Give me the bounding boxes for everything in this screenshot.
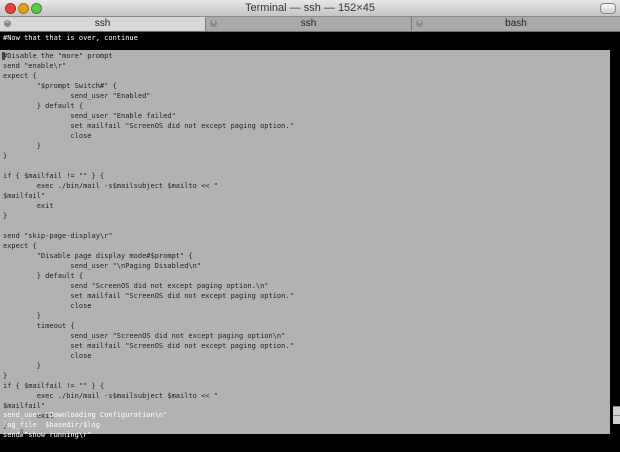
selected-terminal-line: } — [3, 152, 8, 160]
terminal-line: send "show running\r" — [3, 431, 92, 439]
tab-ssh-2[interactable]: × ssh — [206, 17, 412, 31]
selected-terminal-line: #Disable the "more" prompt — [3, 52, 113, 60]
selected-terminal-line: } — [3, 142, 41, 150]
selected-terminal-line: send "ScreenOS did not except paging opt… — [3, 282, 269, 290]
selected-terminal-line: close — [3, 132, 92, 140]
tab-bash[interactable]: × bash — [412, 17, 620, 31]
terminal-line: log_file $basedir/$log — [3, 421, 100, 429]
selected-terminal-line: send_user "Enable failed" — [3, 112, 176, 120]
tab-close-icon[interactable]: × — [4, 20, 11, 27]
tab-label: ssh — [94, 18, 111, 29]
tab-ssh-1[interactable]: × ssh — [0, 17, 206, 31]
selected-terminal-line: send_user "\nPaging Disabled\n" — [3, 262, 202, 270]
tab-label: bash — [505, 18, 527, 29]
selected-terminal-line: "Disable page display mode#$prompt" { — [3, 252, 193, 260]
window-title: Terminal — ssh — 152×45 — [245, 2, 375, 14]
toolbar-toggle-button[interactable] — [600, 3, 616, 14]
selected-terminal-line: expect { — [3, 242, 37, 250]
selected-terminal-line: } — [3, 212, 8, 220]
text-selection — [0, 50, 610, 434]
tab-bar: × ssh × ssh × bash — [0, 17, 620, 32]
scroll-up-arrow-icon[interactable] — [613, 406, 620, 415]
selected-terminal-line: if { $mailfail != "" } { — [3, 172, 105, 180]
terminal-line: #Now that that is over, continue — [3, 34, 138, 42]
selected-terminal-line: $mailfail" — [3, 402, 46, 410]
selected-terminal-line: $mailfail" — [3, 192, 46, 200]
terminal-output[interactable]: #Now that that is over, continue #Disabl… — [0, 32, 613, 452]
selected-terminal-line: set mailfail "ScreenOS did not except pa… — [3, 292, 294, 300]
selection-cursor — [2, 52, 5, 60]
selected-terminal-line: } default { — [3, 102, 84, 110]
selected-terminal-line: exec ./bin/mail -s$mailsubject $mailto <… — [3, 182, 218, 190]
selected-terminal-line: close — [3, 352, 92, 360]
selected-terminal-line: "$prompt Switch#" { — [3, 82, 117, 90]
selected-terminal-line: expect { — [3, 72, 37, 80]
selected-terminal-line: timeout { — [3, 322, 75, 330]
selected-terminal-line: } — [3, 362, 41, 370]
scroll-down-arrow-icon[interactable] — [613, 415, 620, 424]
selected-terminal-line: send_user "ScreenOS did not except pagin… — [3, 332, 286, 340]
selected-terminal-line: exec ./bin/mail -s$mailsubject $mailto <… — [3, 392, 218, 400]
tab-close-icon[interactable]: × — [416, 20, 423, 27]
terminal-line: send_user "Downloading Configuration\n" — [3, 411, 168, 419]
selected-terminal-line: set mailfail "ScreenOS did not except pa… — [3, 122, 294, 130]
selected-terminal-line: send "enable\r" — [3, 62, 67, 70]
scrollbar[interactable] — [613, 32, 620, 452]
selected-terminal-line: exit — [3, 202, 54, 210]
tab-label: ssh — [300, 18, 317, 29]
selected-terminal-line: if { $mailfail != "" } { — [3, 382, 105, 390]
title-bar: Terminal — ssh — 152×45 — [0, 0, 620, 17]
selected-terminal-line: set mailfail "ScreenOS did not except pa… — [3, 342, 294, 350]
selected-terminal-line: } — [3, 372, 8, 380]
selected-terminal-line: } — [3, 312, 41, 320]
text-cursor — [20, 429, 23, 437]
tab-close-icon[interactable]: × — [210, 20, 217, 27]
selected-terminal-line: send "skip-page-display\r" — [3, 232, 113, 240]
selected-terminal-line: } default { — [3, 272, 84, 280]
selected-terminal-line: close — [3, 302, 92, 310]
selected-terminal-line: send_user "Enabled" — [3, 92, 151, 100]
